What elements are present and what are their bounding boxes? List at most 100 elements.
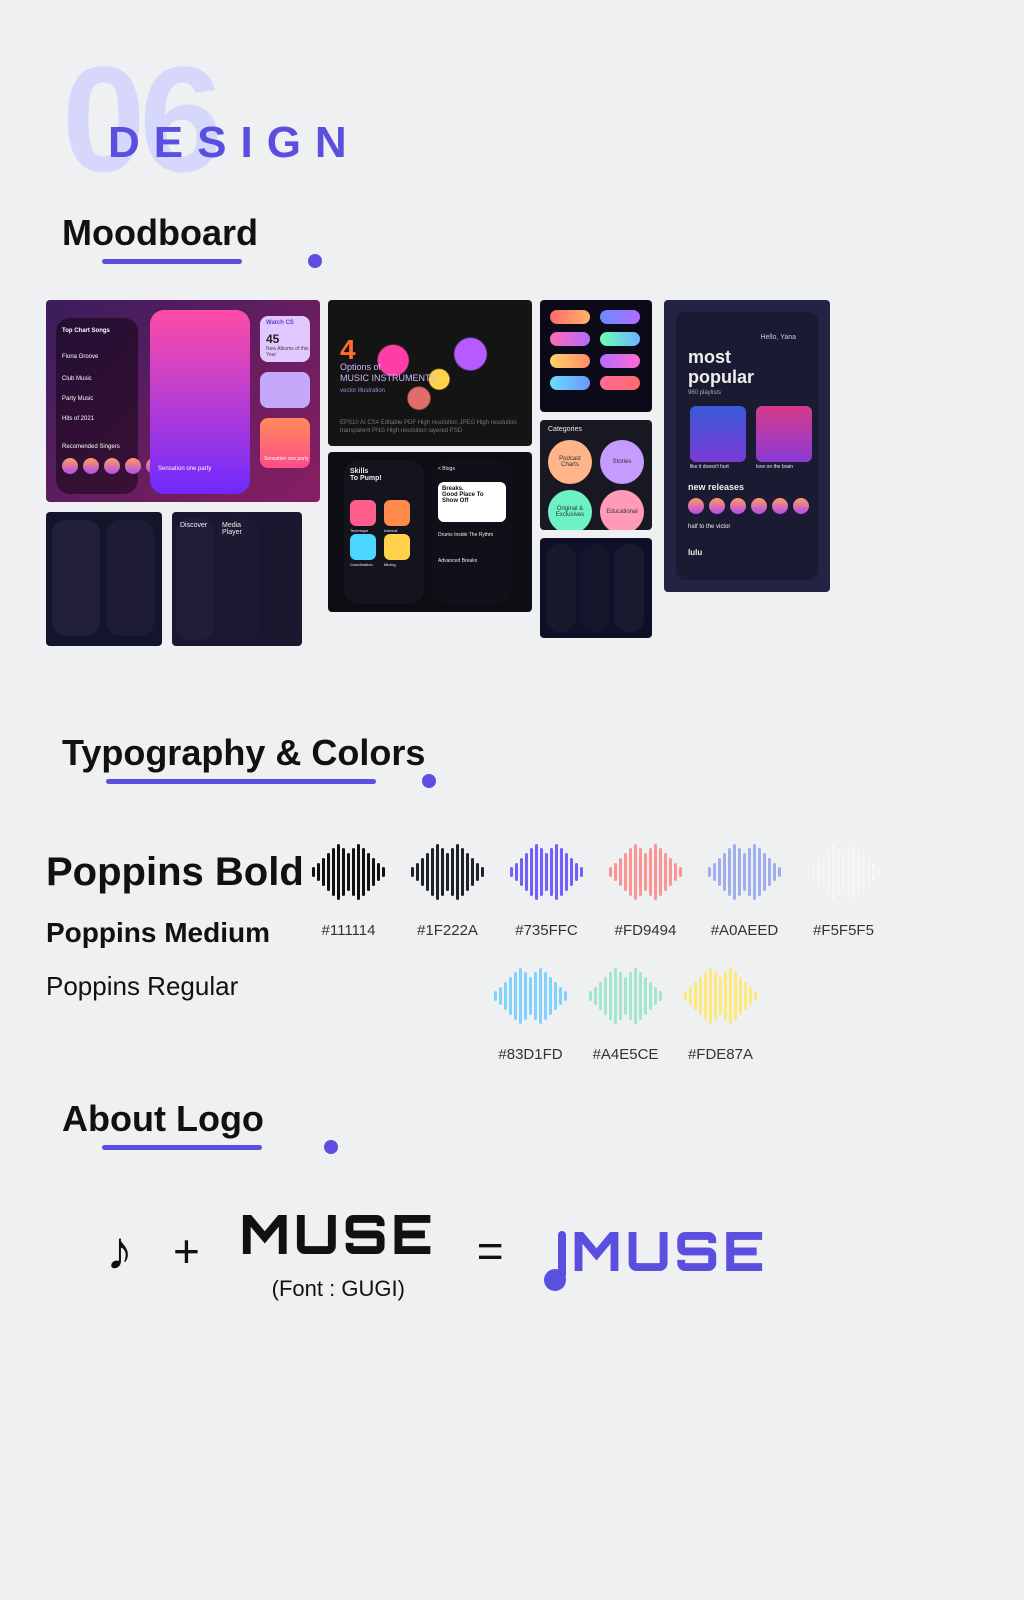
mood-tile-skills-app: Skills To Pump! Technique Internal Coord… — [328, 452, 532, 612]
category-chip: Original & Exclusives — [548, 490, 592, 530]
label: Categories — [548, 426, 582, 433]
underline-accent — [102, 259, 242, 264]
label: Advanced Breaks — [438, 558, 477, 564]
hex-label: #111114 — [322, 922, 376, 939]
mood-tile-popular-app: Hello, Yana most popular 960 playlists l… — [664, 300, 830, 592]
label: Breaks. Good Place To Show Off — [442, 486, 502, 504]
about-logo-title: About Logo — [62, 1098, 264, 1139]
color-swatch: #A4E5CE — [589, 966, 662, 1063]
font-bold: Poppins Bold — [46, 850, 304, 895]
label: Club Music — [62, 376, 92, 382]
category-chip: Educational — [600, 490, 644, 530]
waveform-icon — [609, 842, 682, 902]
label: New Albums of this Year — [266, 346, 310, 358]
hex-label: #735FFC — [515, 922, 578, 939]
font-caption: (Font : GUGI) — [272, 1276, 405, 1302]
hex-label: #FD9494 — [615, 922, 677, 939]
label: 45 — [266, 332, 279, 346]
category-chip: Podcast Charts — [548, 440, 592, 484]
logo-equation: ♪ + MUSE (Font : GUGI) = MUSE — [106, 1200, 768, 1302]
color-swatch: #A0AEED — [708, 842, 781, 939]
label: Drums Inside The Rythm — [438, 532, 493, 538]
font-samples: Poppins Bold Poppins Medium Poppins Regu… — [46, 850, 304, 1002]
label: 960 playlists — [688, 390, 721, 396]
label: Sensation one party — [264, 456, 308, 462]
label: lulu — [688, 548, 702, 557]
underline-accent — [102, 1145, 262, 1150]
waveform-icon — [411, 842, 484, 902]
color-swatch: #1F222A — [411, 842, 484, 939]
moodboard-title: Moodboard — [62, 212, 258, 253]
font-medium: Poppins Medium — [46, 917, 304, 949]
label: Skills To Pump! — [350, 468, 382, 482]
color-swatch: #735FFC — [510, 842, 583, 939]
mood-tile-instruments-poster: 4 Options ofMUSIC INSTRUMENTSvector illu… — [328, 300, 532, 446]
label: Watch CS — [266, 320, 294, 326]
about-logo-heading: About Logo — [62, 1098, 264, 1140]
color-swatch: #FDE87A — [684, 966, 757, 1063]
label: most popular — [688, 348, 754, 388]
label: Recomended Singers — [62, 444, 120, 450]
dot-accent — [308, 254, 322, 268]
color-swatch: #111114 — [312, 842, 385, 939]
label: Hello, Yana — [760, 334, 796, 341]
dot-accent — [324, 1140, 338, 1154]
color-swatch: #F5F5F5 — [807, 842, 880, 939]
waveform-icon — [589, 966, 662, 1026]
label: Sensation one party — [158, 466, 211, 472]
plus-symbol: + — [173, 1224, 200, 1278]
label: Top Chart Songs — [62, 328, 110, 334]
waveform-icon — [807, 842, 880, 902]
waveform-icon — [684, 966, 757, 1026]
color-swatch: #FD9494 — [609, 842, 682, 939]
mood-tile-gradients — [540, 300, 652, 412]
muse-logo-final: MUSE — [544, 1217, 769, 1285]
color-swatches-row1: #111114 #1F222A #735FFC #FD9494 #A0AEED #F5F5… — [312, 842, 880, 939]
underline-accent — [106, 779, 376, 784]
label: Party Music — [62, 396, 93, 402]
waveform-icon — [510, 842, 583, 902]
music-note-icon: ♪ — [106, 1220, 133, 1282]
section-title: DESIGN — [108, 118, 361, 168]
hex-label: #83D1FD — [498, 1046, 562, 1063]
moodboard-heading: Moodboard — [62, 212, 258, 254]
hex-label: #1F222A — [417, 922, 478, 939]
mood-tile-triple-phones — [540, 538, 652, 638]
label: like it doesn't hurt — [690, 464, 729, 470]
waveform-icon — [312, 842, 385, 902]
typography-title: Typography & Colors — [62, 732, 425, 773]
label: Internal — [384, 528, 397, 533]
label: Mixing — [384, 562, 396, 567]
hex-label: #A0AEED — [711, 922, 779, 939]
label: Technique — [350, 528, 368, 533]
page-header: 06 DESIGN — [62, 44, 217, 194]
label: Discover — [180, 522, 207, 529]
label: Options ofMUSIC INSTRUMENTSvector illust… — [340, 362, 437, 395]
label: Coordination — [350, 562, 373, 567]
label: love on the brain — [756, 464, 793, 470]
dot-accent — [422, 774, 436, 788]
hex-label: #FDE87A — [688, 1046, 753, 1063]
mood-tile-dark-app-b: Discover Media Player — [172, 512, 302, 646]
waveform-icon — [708, 842, 781, 902]
typography-heading: Typography & Colors — [62, 732, 425, 774]
color-swatch: #83D1FD — [494, 966, 567, 1063]
mood-tile-music-app: Top Chart Songs Fiona Groove Club Music … — [46, 300, 320, 502]
label: Fiona Groove — [62, 354, 98, 360]
hex-label: #A4E5CE — [593, 1046, 659, 1063]
muse-wordmark-black: MUSE — [240, 1200, 437, 1268]
category-chip: Stories — [600, 440, 644, 484]
mood-tile-dark-app-a — [46, 512, 162, 646]
label: half to the victor — [688, 524, 730, 530]
label: Media Player — [222, 522, 256, 536]
equals-symbol: = — [477, 1224, 504, 1278]
mood-tile-categories: Categories Podcast Charts Stories Origin… — [540, 420, 652, 530]
label: EPS10 AI CS4 Editable PDF High resolutio… — [340, 420, 532, 436]
font-regular: Poppins Regular — [46, 971, 304, 1002]
color-swatches-row2: #83D1FD #A4E5CE #FDE87A — [494, 966, 757, 1063]
label: < Blogs — [438, 466, 455, 472]
label: new releases — [688, 482, 744, 492]
label: Hits of 2021 — [62, 416, 94, 422]
hex-label: #F5F5F5 — [813, 922, 874, 939]
waveform-icon — [494, 966, 567, 1026]
